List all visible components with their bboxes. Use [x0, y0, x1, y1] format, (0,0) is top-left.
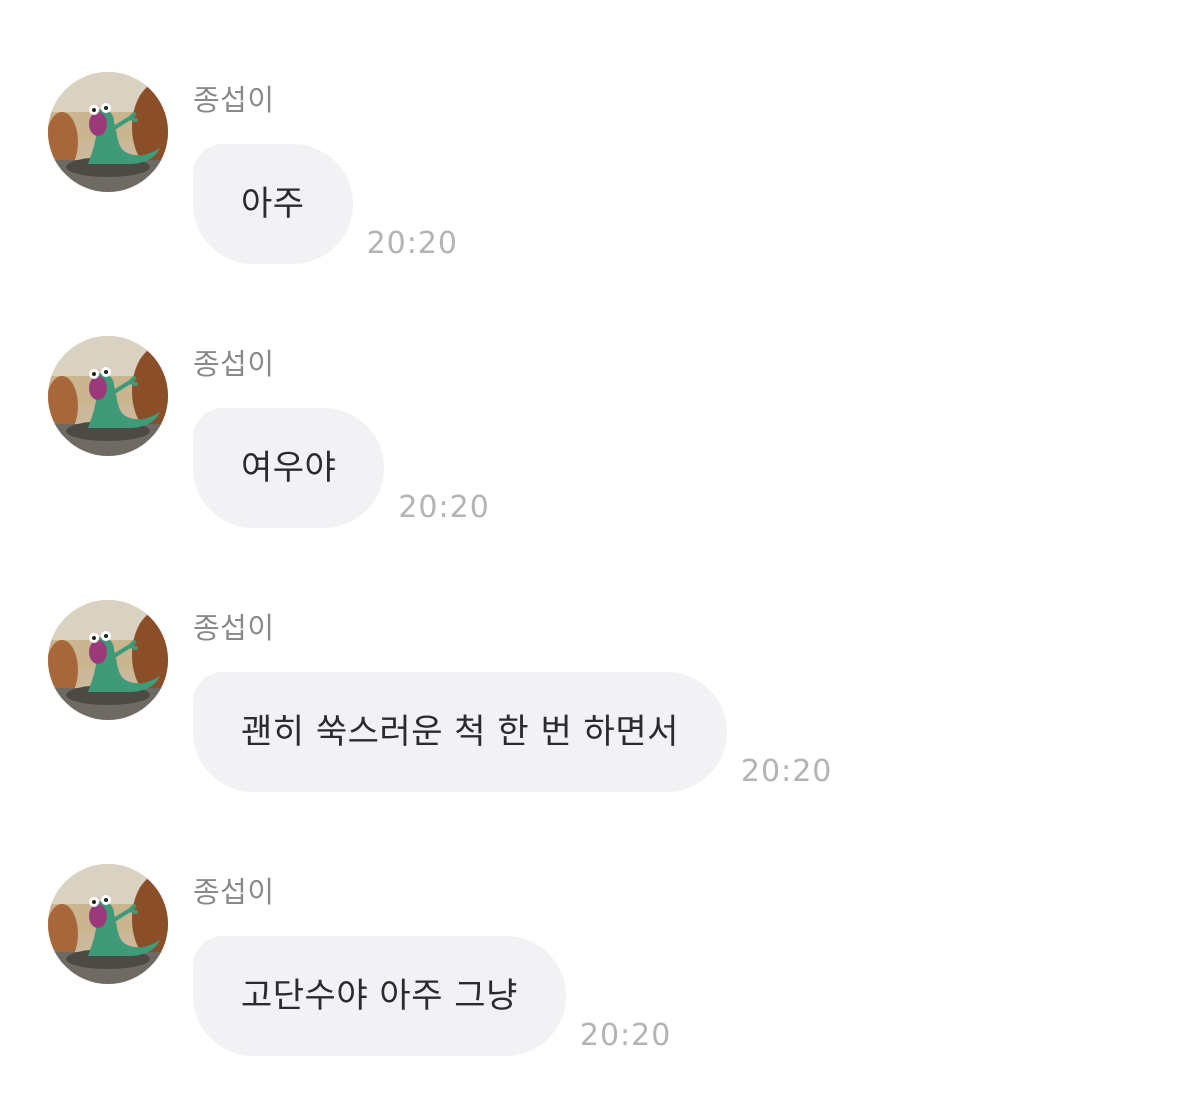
message-group: 종섭이 고단수야 아주 그냥 20:20 [0, 864, 1179, 1064]
lizard-avatar-icon [48, 864, 168, 984]
message-timestamp: 20:20 [579, 1018, 672, 1053]
message-row: 아주 20:20 [193, 144, 458, 264]
message-group: 종섭이 아주 20:20 [0, 72, 1179, 272]
message-timestamp: 20:20 [366, 226, 459, 261]
lizard-avatar-icon [48, 600, 168, 720]
message-text: 여우야 [241, 448, 337, 488]
message-row: 여우야 20:20 [193, 408, 490, 528]
message-text: 고단수야 아주 그냥 [241, 976, 518, 1016]
avatar[interactable] [48, 864, 168, 984]
message-row: 괜히 쑥스러운 척 한 번 하면서 20:20 [193, 672, 832, 792]
sender-name: 종섭이 [193, 347, 275, 381]
sender-name: 종섭이 [193, 611, 275, 645]
lizard-avatar-icon [48, 336, 168, 456]
message-timestamp: 20:20 [740, 754, 833, 789]
sender-name: 종섭이 [193, 875, 275, 909]
sender-name: 종섭이 [193, 83, 275, 117]
avatar[interactable] [48, 336, 168, 456]
message-timestamp: 20:20 [398, 490, 490, 525]
message-bubble[interactable]: 아주 [193, 144, 353, 264]
message-group: 종섭이 괜히 쑥스러운 척 한 번 하면서 20:20 [0, 600, 1179, 800]
message-bubble[interactable]: 고단수야 아주 그냥 [193, 936, 566, 1056]
message-row: 고단수야 아주 그냥 20:20 [193, 936, 671, 1056]
message-text: 아주 [241, 184, 305, 224]
message-bubble[interactable]: 괜히 쑥스러운 척 한 번 하면서 [193, 672, 727, 792]
message-bubble[interactable]: 여우야 [193, 408, 385, 528]
avatar[interactable] [48, 72, 168, 192]
lizard-avatar-icon [48, 72, 168, 192]
message-text: 괜히 쑥스러운 척 한 번 하면서 [241, 712, 679, 752]
avatar[interactable] [48, 600, 168, 720]
message-group: 종섭이 여우야 20:20 [0, 336, 1179, 536]
